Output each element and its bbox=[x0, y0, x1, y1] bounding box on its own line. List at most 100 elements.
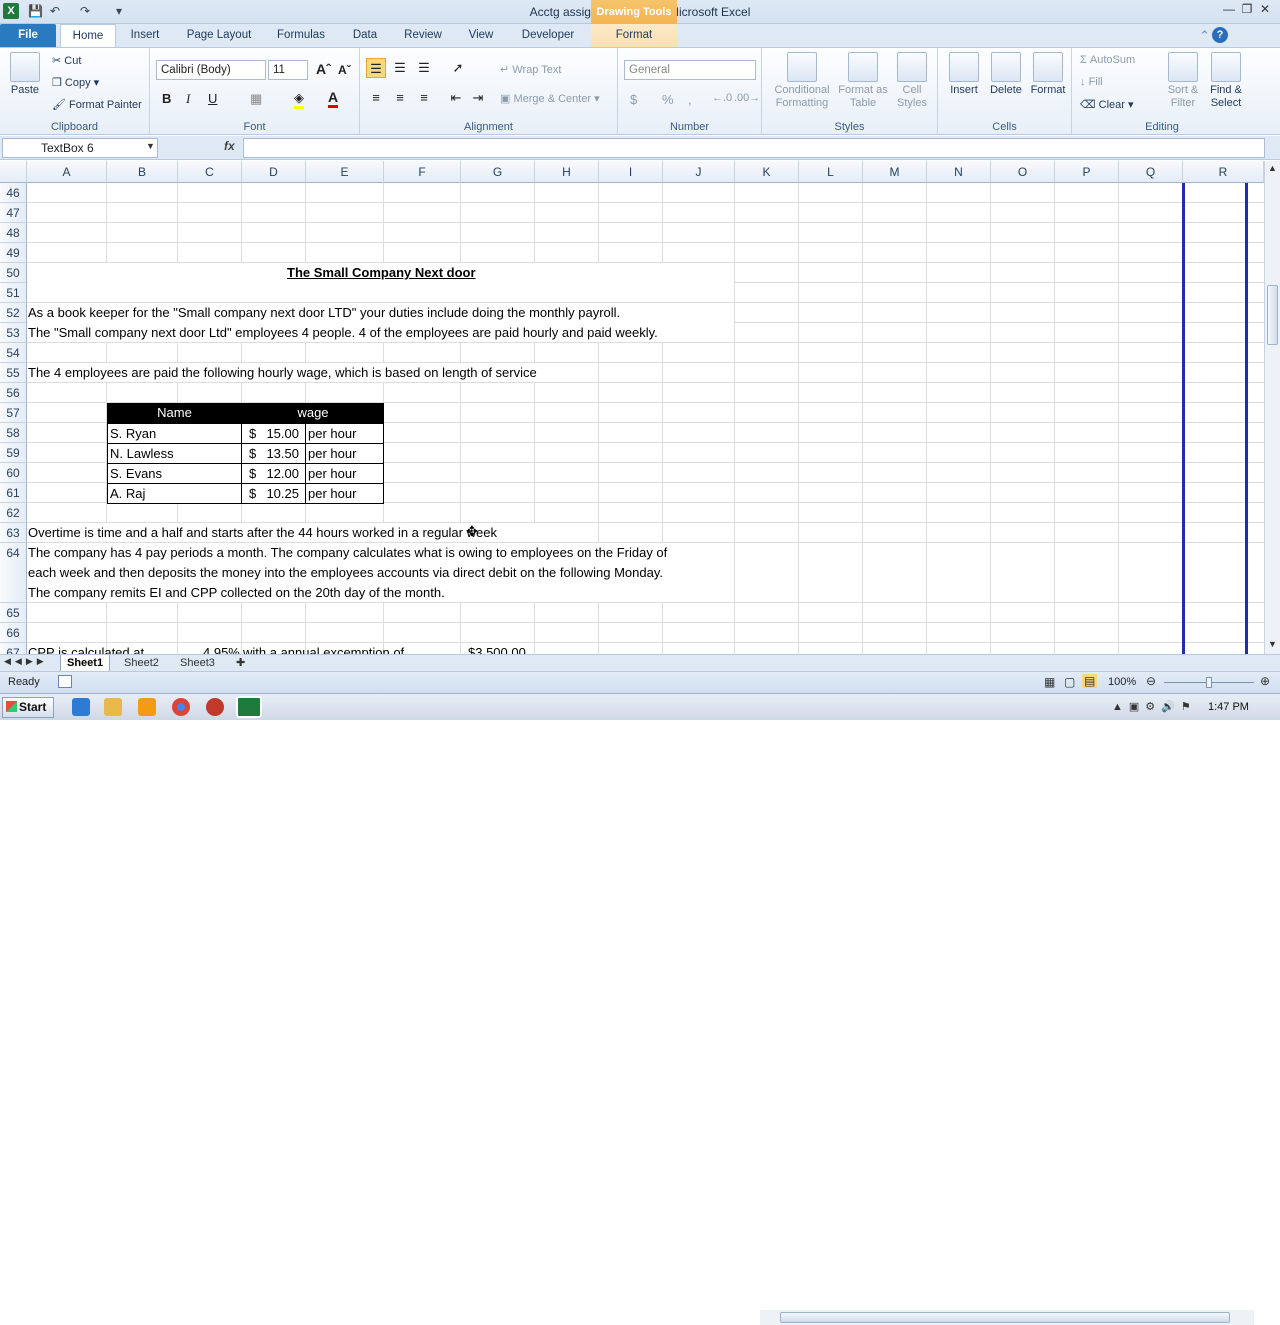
media-player-icon[interactable] bbox=[138, 698, 156, 716]
insert-cells-button[interactable]: Insert bbox=[944, 52, 984, 96]
view-normal-icon[interactable]: ▦ bbox=[1044, 675, 1055, 689]
row-header[interactable]: 61 bbox=[0, 483, 27, 503]
align-left-icon[interactable]: ≡ bbox=[366, 88, 386, 108]
font-size-select[interactable]: 11 bbox=[268, 60, 308, 80]
formula-input[interactable] bbox=[243, 138, 1265, 158]
sheet-tab[interactable]: Sheet2 bbox=[118, 655, 165, 672]
tray-icons[interactable]: ▲▣⚙🔊⚑ bbox=[1112, 700, 1197, 713]
row-header[interactable]: 59 bbox=[0, 443, 27, 463]
column-header[interactable]: P bbox=[1055, 161, 1119, 183]
align-bottom-icon[interactable]: ☰ bbox=[414, 58, 434, 78]
opera-icon[interactable] bbox=[206, 698, 224, 716]
comma-button[interactable]: , bbox=[688, 92, 692, 107]
underline-button[interactable]: U bbox=[208, 91, 217, 106]
delete-cells-button[interactable]: Delete bbox=[986, 52, 1026, 96]
tab-view[interactable]: View bbox=[456, 24, 506, 47]
column-header[interactable]: A bbox=[27, 161, 107, 183]
tab-file[interactable]: File bbox=[0, 24, 56, 47]
name-box-dropdown-icon[interactable]: ▼ bbox=[146, 141, 155, 151]
sheet-nav-icon[interactable]: ◀◀▶▶ bbox=[4, 656, 48, 667]
zoom-slider-thumb[interactable] bbox=[1206, 677, 1212, 688]
row-header[interactable]: 64 bbox=[0, 543, 27, 603]
row-header[interactable]: 48 bbox=[0, 223, 27, 243]
align-right-icon[interactable]: ≡ bbox=[414, 88, 434, 108]
row-header[interactable]: 50 bbox=[0, 263, 27, 283]
row-header[interactable]: 55 bbox=[0, 363, 27, 383]
conditional-formatting-button[interactable]: Conditional Formatting bbox=[766, 52, 838, 110]
tab-formulas[interactable]: Formulas bbox=[266, 24, 336, 47]
column-header[interactable]: I bbox=[599, 161, 663, 183]
cell-styles-button[interactable]: Cell Styles bbox=[890, 52, 934, 110]
vertical-scroll-thumb[interactable] bbox=[1267, 285, 1278, 345]
increase-decimal-icon[interactable]: ←.0 bbox=[712, 92, 732, 104]
column-header[interactable]: B bbox=[107, 161, 178, 183]
sheet-tab[interactable]: Sheet3 bbox=[174, 655, 221, 672]
wrap-text-button[interactable]: ↵ Wrap Text bbox=[500, 63, 561, 76]
tab-review[interactable]: Review bbox=[394, 24, 452, 47]
clear-button[interactable]: ⌫ Clear ▾ bbox=[1080, 98, 1134, 111]
column-header[interactable]: C bbox=[178, 161, 242, 183]
sheet-tab[interactable]: Sheet1 bbox=[60, 655, 111, 672]
align-top-icon[interactable]: ☰ bbox=[366, 58, 386, 78]
explorer-icon[interactable] bbox=[104, 698, 122, 716]
view-page-layout-icon[interactable]: ▢ bbox=[1064, 675, 1075, 689]
zoom-in-icon[interactable]: ⊕ bbox=[1260, 674, 1270, 688]
row-header[interactable]: 63 bbox=[0, 523, 27, 543]
fill-color-icon[interactable]: ◈ bbox=[294, 90, 304, 109]
font-name-select[interactable]: Calibri (Body) bbox=[156, 60, 266, 80]
row-header[interactable]: 67 bbox=[0, 643, 27, 654]
paste-button[interactable]: Paste bbox=[6, 52, 44, 96]
autosum-button[interactable]: Σ AutoSum bbox=[1080, 54, 1135, 66]
format-as-table-button[interactable]: Format as Table bbox=[838, 52, 888, 110]
name-box[interactable]: TextBox 6 bbox=[2, 138, 158, 158]
column-header[interactable]: M bbox=[863, 161, 927, 183]
format-cells-button[interactable]: Format bbox=[1028, 52, 1068, 96]
column-header[interactable]: N bbox=[927, 161, 991, 183]
view-page-break-icon[interactable]: ▤ bbox=[1082, 674, 1098, 688]
minimize-icon[interactable]: — bbox=[1220, 2, 1238, 16]
zoom-level[interactable]: 100% bbox=[1108, 676, 1136, 688]
new-sheet-icon[interactable]: ✚ bbox=[230, 655, 251, 672]
shrink-font-icon[interactable]: Aˇ bbox=[338, 63, 351, 77]
fill-button[interactable]: ↓ Fill bbox=[1080, 76, 1103, 88]
start-button[interactable]: Start bbox=[2, 697, 54, 718]
excel-taskbar-icon[interactable] bbox=[236, 696, 262, 718]
row-header[interactable]: 49 bbox=[0, 243, 27, 263]
borders-icon[interactable]: ▦ bbox=[250, 91, 262, 107]
insert-function-icon[interactable]: fx bbox=[224, 139, 235, 153]
row-header[interactable]: 53 bbox=[0, 323, 27, 343]
row-header[interactable]: 51 bbox=[0, 283, 27, 303]
macro-record-icon[interactable] bbox=[58, 675, 72, 688]
row-header[interactable]: 52 bbox=[0, 303, 27, 323]
zoom-out-icon[interactable]: ⊖ bbox=[1146, 674, 1156, 688]
row-header[interactable]: 47 bbox=[0, 203, 27, 223]
column-header[interactable]: L bbox=[799, 161, 863, 183]
select-all-corner[interactable] bbox=[0, 161, 27, 183]
find-select-button[interactable]: Find & Select bbox=[1204, 52, 1248, 110]
column-header[interactable]: J bbox=[663, 161, 735, 183]
row-header[interactable]: 60 bbox=[0, 463, 27, 483]
tab-developer[interactable]: Developer bbox=[510, 24, 586, 47]
bold-button[interactable]: B bbox=[162, 91, 171, 106]
row-header[interactable]: 66 bbox=[0, 623, 27, 643]
column-header[interactable]: O bbox=[991, 161, 1055, 183]
tab-insert[interactable]: Insert bbox=[118, 24, 172, 47]
orientation-icon[interactable]: ➚ bbox=[448, 58, 468, 78]
scroll-up-icon[interactable]: ▲ bbox=[1268, 163, 1277, 173]
horizontal-scrollbar[interactable] bbox=[760, 1310, 1254, 1325]
chrome-icon[interactable] bbox=[172, 698, 190, 716]
column-header[interactable]: R bbox=[1183, 161, 1264, 183]
row-header[interactable]: 46 bbox=[0, 183, 27, 203]
font-color-icon[interactable]: A bbox=[328, 89, 339, 108]
italic-button[interactable]: I bbox=[186, 91, 190, 107]
row-header[interactable]: 57 bbox=[0, 403, 27, 423]
column-header[interactable]: D bbox=[242, 161, 306, 183]
align-middle-icon[interactable]: ☰ bbox=[390, 58, 410, 78]
column-header[interactable]: E bbox=[306, 161, 384, 183]
column-header[interactable]: F bbox=[384, 161, 461, 183]
tab-data[interactable]: Data bbox=[340, 24, 390, 47]
merge-center-button[interactable]: ▣ Merge & Center ▾ bbox=[500, 92, 600, 105]
copy-button[interactable]: ❐ Copy ▾ bbox=[52, 76, 99, 89]
tab-page-layout[interactable]: Page Layout bbox=[176, 24, 262, 47]
horizontal-scroll-thumb[interactable] bbox=[780, 1312, 1230, 1323]
